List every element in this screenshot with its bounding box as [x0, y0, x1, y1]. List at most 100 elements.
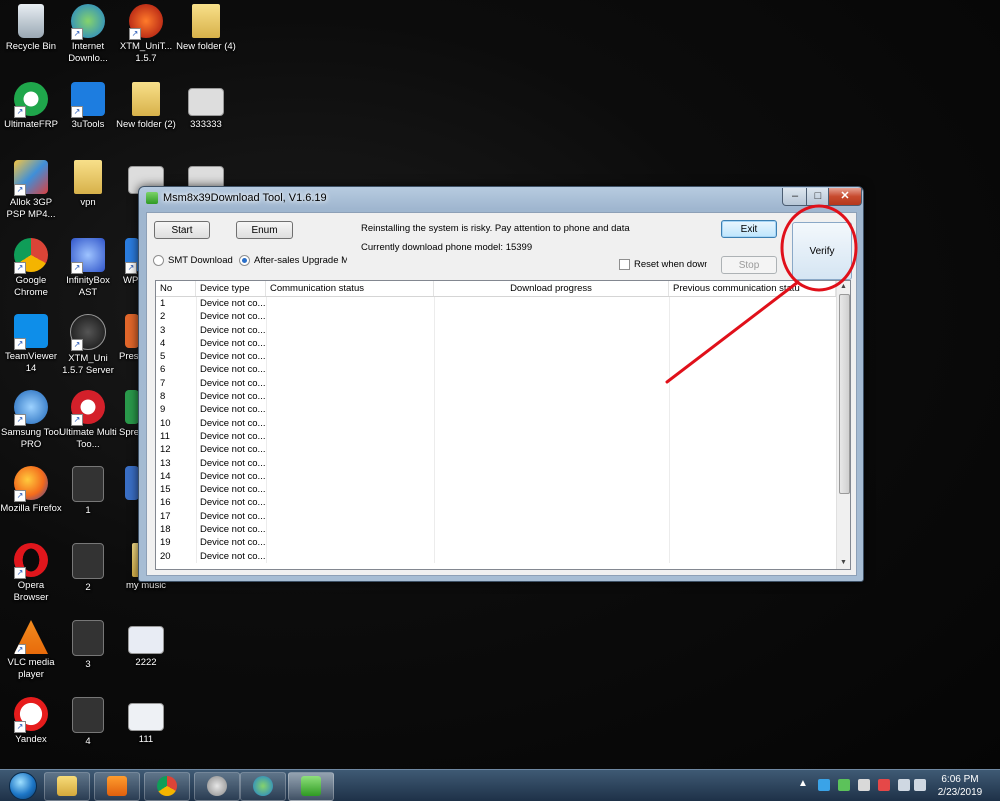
file-4-icon[interactable]: 4 — [57, 697, 119, 748]
table-row[interactable]: 1 Device not co... — [156, 297, 836, 310]
table-row[interactable]: 11 Device not co... — [156, 430, 836, 443]
file-3-icon[interactable]: 3 — [57, 620, 119, 671]
after-sales-upgrade-mode-radio[interactable]: After-sales Upgrade Moc — [239, 255, 347, 266]
reset-when-download-checkbox[interactable]: Reset when downlc — [619, 259, 707, 270]
ultimatefrp-icon[interactable]: UltimateFRP — [0, 82, 62, 131]
table-row[interactable]: 16 Device not co... — [156, 496, 836, 509]
start-menu-button[interactable] — [4, 771, 42, 800]
column-header-no[interactable]: No — [156, 281, 196, 296]
close-button[interactable]: ✕ — [828, 188, 862, 206]
network-icon[interactable] — [898, 779, 910, 791]
row-number: 2 — [160, 311, 166, 323]
infinitybox-logo-icon — [71, 238, 105, 274]
verify-button[interactable]: Verify — [792, 222, 852, 280]
infinitybox-icon[interactable]: InfinityBox AST — [57, 238, 119, 299]
table-row[interactable]: 14 Device not co... — [156, 470, 836, 483]
allok-icon[interactable]: Allok 3GP PSP MP4... — [0, 160, 62, 221]
file-111-icon[interactable]: 111 — [115, 697, 177, 746]
desktop-icon-label: vpn — [80, 197, 96, 208]
taskbar-idm[interactable] — [240, 772, 286, 801]
taskbar-explorer[interactable] — [44, 772, 90, 801]
stop-button[interactable]: Stop — [721, 256, 777, 274]
file-2-icon[interactable]: 2 — [57, 543, 119, 594]
tray-icon-2[interactable] — [838, 779, 850, 791]
taskbar-download-tool[interactable] — [288, 772, 334, 801]
mozilla-firefox-icon[interactable]: Mozilla Firefox — [0, 466, 62, 515]
row-device-type: Device not co... — [200, 417, 266, 429]
table-row[interactable]: 4 Device not co... — [156, 337, 836, 350]
tray-expand-icon[interactable]: ▲ — [798, 778, 808, 789]
column-header-previous-status[interactable]: Previous communication statu — [669, 281, 836, 296]
vlc-media-player-icon[interactable]: VLC media player — [0, 620, 62, 681]
taskbar-clock[interactable]: 6:06 PM 2/23/2019 — [930, 773, 990, 799]
start-button[interactable]: Start — [154, 221, 210, 239]
row-number: 16 — [160, 497, 171, 509]
volume-icon[interactable] — [914, 779, 926, 791]
3utools-icon[interactable]: 3uTools — [57, 82, 119, 131]
desktop-icon-label: New folder (2) — [116, 119, 176, 130]
column-header-communication-status[interactable]: Communication status — [266, 281, 434, 296]
new-folder-2-icon[interactable]: New folder (2) — [115, 82, 177, 131]
tray-icon-3[interactable] — [858, 779, 870, 791]
file-333333-icon[interactable]: 333333 — [175, 82, 237, 131]
new-folder-4-icon[interactable]: New folder (4) — [175, 4, 237, 53]
table-row[interactable]: 15 Device not co... — [156, 483, 836, 496]
maximize-button[interactable]: □ — [806, 188, 830, 206]
row-device-type: Device not co... — [200, 404, 266, 416]
internet-download-manager-icon[interactable]: Internet Downlo... — [57, 4, 119, 65]
warning-text: Reinstalling the system is risky. Pay at… — [361, 223, 630, 234]
action-center-flag-icon[interactable] — [878, 779, 890, 791]
table-row[interactable]: 12 Device not co... — [156, 443, 836, 456]
row-device-type: Device not co... — [200, 337, 266, 349]
device-list[interactable]: No Device type Communication status Down… — [155, 280, 851, 570]
image-thumbnail-icon — [188, 88, 224, 116]
xtm-unitool-icon[interactable]: XTM_UniT... 1.5.7 — [115, 4, 177, 65]
vertical-scrollbar[interactable]: ▲ ▼ — [836, 281, 850, 569]
scroll-down-arrow-icon[interactable]: ▼ — [837, 557, 850, 569]
yandex-icon[interactable]: Yandex — [0, 697, 62, 746]
enum-button[interactable]: Enum — [236, 221, 293, 239]
tray-icon-1[interactable] — [818, 779, 830, 791]
xtm-server-icon[interactable]: XTM_Uni 1.5.7 Server — [57, 314, 119, 377]
table-row[interactable]: 9 Device not co... — [156, 403, 836, 416]
row-number: 18 — [160, 524, 171, 536]
column-header-device-type[interactable]: Device type — [196, 281, 266, 296]
table-row[interactable]: 3 Device not co... — [156, 324, 836, 337]
table-row[interactable]: 20 Device not co... — [156, 550, 836, 563]
minimize-button[interactable]: – — [782, 188, 808, 206]
column-header-download-progress[interactable]: Download progress — [434, 281, 669, 296]
app-icon — [125, 466, 139, 500]
scroll-up-arrow-icon[interactable]: ▲ — [837, 281, 850, 293]
smt-download-mode-radio[interactable]: SMT Download Mo — [153, 255, 233, 266]
table-row[interactable]: 13 Device not co... — [156, 457, 836, 470]
table-row[interactable]: 19 Device not co... — [156, 536, 836, 549]
table-row[interactable]: 7 Device not co... — [156, 377, 836, 390]
file-1-icon[interactable]: 1 — [57, 466, 119, 517]
google-chrome-icon[interactable]: Google Chrome — [0, 238, 62, 299]
title-bar[interactable]: Msm8x39Download Tool, V1.6.19 – □ ✕ — [139, 187, 863, 211]
desktop-icon-label: XTM_UniT... 1.5.7 — [119, 41, 173, 64]
table-row[interactable]: 18 Device not co... — [156, 523, 836, 536]
file-2222-icon[interactable]: 2222 — [115, 620, 177, 669]
exit-button[interactable]: Exit — [721, 220, 777, 238]
table-row[interactable]: 8 Device not co... — [156, 390, 836, 403]
radio-circle — [153, 255, 164, 266]
ultimate-multi-tool-icon[interactable]: Ultimate Multi Too... — [57, 390, 119, 451]
samsung-tool-icon[interactable]: Samsung Tool PRO — [0, 390, 62, 451]
row-device-type: Device not co... — [200, 537, 266, 549]
desktop-icon-label: New folder (4) — [176, 41, 236, 52]
taskbar-chrome[interactable] — [144, 772, 190, 801]
opera-browser-icon[interactable]: Opera Browser — [0, 543, 62, 604]
radio-label: After-sales Upgrade Moc — [254, 255, 347, 266]
taskbar-app[interactable] — [194, 772, 240, 801]
recycle-bin-icon[interactable]: Recycle Bin — [0, 4, 62, 53]
table-row[interactable]: 10 Device not co... — [156, 417, 836, 430]
table-row[interactable]: 2 Device not co... — [156, 310, 836, 323]
teamviewer-icon[interactable]: TeamViewer 14 — [0, 314, 62, 375]
vpn-folder-icon[interactable]: vpn — [57, 160, 119, 209]
table-row[interactable]: 6 Device not co... — [156, 363, 836, 376]
table-row[interactable]: 5 Device not co... — [156, 350, 836, 363]
taskbar-media-player[interactable] — [94, 772, 140, 801]
scroll-thumb[interactable] — [839, 294, 850, 494]
table-row[interactable]: 17 Device not co... — [156, 510, 836, 523]
